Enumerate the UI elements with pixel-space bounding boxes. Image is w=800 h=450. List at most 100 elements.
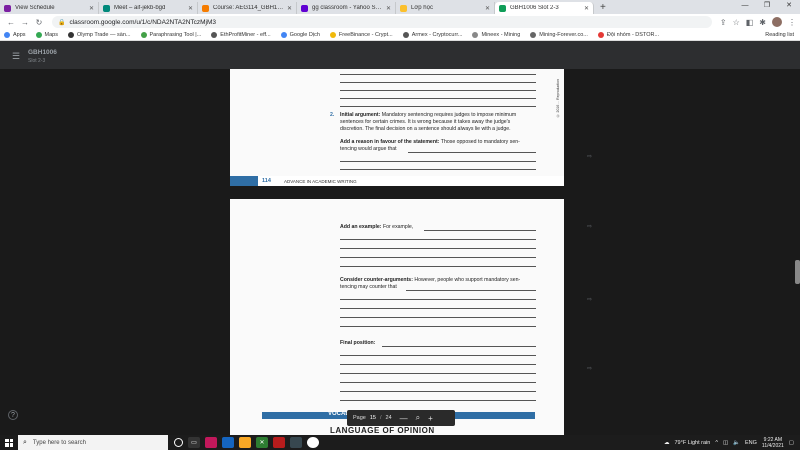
menu-icon[interactable]: ⋮ xyxy=(788,18,796,27)
windows-logo-icon xyxy=(5,438,13,447)
bookmark-icon xyxy=(472,32,479,38)
bookmark-icon xyxy=(597,32,604,38)
app-icon[interactable] xyxy=(273,437,285,448)
page-number: 114 xyxy=(262,178,271,184)
back-icon[interactable]: ← xyxy=(4,18,18,27)
bookmark-item[interactable]: Armex - Cryptocurr... xyxy=(402,32,462,38)
book-title: ADVANCE IN ACADEMIC WRITING xyxy=(284,178,357,184)
tab-close-icon[interactable]: ✕ xyxy=(485,5,490,12)
counter-text-2: tencing may counter that xyxy=(340,284,397,290)
bookmark-label: Mining-Forever.co... xyxy=(539,32,588,38)
total-pages: 24 xyxy=(385,415,392,421)
comment-icon[interactable]: ⇨ xyxy=(587,365,592,372)
search-icon: ⌕ xyxy=(23,438,27,446)
app-icon[interactable] xyxy=(205,437,217,448)
notification-icon[interactable]: ▢ xyxy=(789,440,794,446)
bookmark-label: Google Dịch xyxy=(289,32,320,38)
class-name[interactable]: GBH1006 xyxy=(28,49,57,56)
close-window-button[interactable]: ✕ xyxy=(778,0,800,12)
bookmark-item[interactable]: Apps xyxy=(4,32,26,38)
task-view-icon[interactable]: ▭ xyxy=(188,437,200,448)
bookmark-icon xyxy=(280,32,287,38)
chevron-up-icon[interactable]: ^ xyxy=(715,440,718,446)
clock[interactable]: 9:22 AM 11/4/2021 xyxy=(762,437,784,449)
zoom-out-icon[interactable]: — xyxy=(400,414,408,423)
bookmark-item[interactable]: Google Dịch xyxy=(280,32,320,38)
hamburger-icon[interactable]: ☰ xyxy=(12,51,20,62)
page-separator: / xyxy=(379,415,382,421)
forward-icon[interactable]: → xyxy=(18,18,32,27)
bookmark-icon xyxy=(4,32,10,38)
bookmark-item[interactable]: Olymp Trade — sàn... xyxy=(68,32,131,38)
bookmark-label: Olymp Trade — sàn... xyxy=(77,32,131,38)
example-text: For example, xyxy=(381,224,414,230)
zoom-fit-icon[interactable]: ⌕ xyxy=(416,413,420,423)
comment-icon[interactable]: ⇨ xyxy=(587,223,592,230)
bookmark-label: Mineex - Mining xyxy=(481,32,521,38)
reason-prompt: Add a reason in favour of the statement:… xyxy=(340,139,540,153)
bookmark-icon xyxy=(402,32,409,38)
reading-list-button[interactable]: Reading list xyxy=(765,32,794,38)
comment-icon[interactable]: ⇨ xyxy=(587,296,592,303)
xbox-icon[interactable]: ✕ xyxy=(256,437,268,448)
volume-icon[interactable]: 🔈 xyxy=(733,440,740,446)
browser-tab[interactable]: Meet – aif-jekb-bgd ✕ xyxy=(99,2,198,14)
scrollbar-thumb[interactable] xyxy=(795,260,800,284)
final-position-prompt: Final position: xyxy=(340,340,375,347)
browser-tab[interactable]: View Schedule ✕ xyxy=(0,2,99,14)
favicon-icon xyxy=(301,4,308,12)
taskbar-search-box[interactable]: ⌕ Type here to search xyxy=(18,435,168,450)
browser-tab[interactable]: GBH1006 Slot 2-3 ✕ xyxy=(495,2,594,14)
search-placeholder: Type here to search xyxy=(32,439,86,446)
bookmark-item[interactable]: Maps xyxy=(35,32,58,38)
tab-close-icon[interactable]: ✕ xyxy=(188,5,193,12)
weather-icon[interactable]: ☁ xyxy=(664,440,670,446)
current-page-input[interactable]: 15 xyxy=(370,415,376,421)
example-prompt: Add an example: For example, xyxy=(340,224,413,231)
browser-tab[interactable]: gg classroom - Yahoo Search Re✕ xyxy=(297,2,396,14)
reload-icon[interactable]: ↻ xyxy=(32,18,46,27)
cortana-icon[interactable] xyxy=(174,438,183,447)
initial-argument-text-1: Mandatory sentencing requires judges to … xyxy=(380,112,517,118)
chrome-icon[interactable] xyxy=(307,437,319,448)
bookmark-item[interactable]: EthProfitMiner - eff... xyxy=(211,32,271,38)
zoom-in-icon[interactable]: + xyxy=(428,414,433,423)
language-indicator[interactable]: ENG xyxy=(745,440,757,446)
url-field[interactable]: 🔒 classroom.google.com/u/1/c/NDA2NTA2NTc… xyxy=(52,16,712,28)
bookmark-item[interactable]: FreeBinance - Crypt... xyxy=(329,32,393,38)
reason-text-1: Those opposed to mandatory sen- xyxy=(439,139,520,145)
maximize-button[interactable]: ❐ xyxy=(756,0,778,12)
browser-tab[interactable]: Course: AEG114_GBH1006 ✕ xyxy=(198,2,297,14)
bookmark-item[interactable]: Mining-Forever.co... xyxy=(530,32,588,38)
share-icon[interactable]: ⇪ xyxy=(720,18,727,27)
item-number: 2. xyxy=(330,112,335,118)
lock-icon[interactable]: 🔒 xyxy=(58,19,65,26)
bookmark-icon xyxy=(68,32,74,38)
app-icon[interactable] xyxy=(290,437,302,448)
comment-icon[interactable]: ⇨ xyxy=(587,153,592,160)
network-icon[interactable]: ◫ xyxy=(723,440,728,446)
weather-text[interactable]: 79°F Light rain xyxy=(675,440,711,446)
start-button[interactable] xyxy=(0,435,18,450)
tab-close-icon[interactable]: ✕ xyxy=(386,5,391,12)
app-icon[interactable] xyxy=(222,437,234,448)
tab-close-icon[interactable]: ✕ xyxy=(287,5,292,12)
reason-text-2: tencing would argue that xyxy=(340,146,397,152)
new-tab-button[interactable]: + xyxy=(594,2,612,14)
extensions-icon[interactable]: ◧ xyxy=(746,18,754,27)
bookmark-item[interactable]: Paraphrasing Tool |... xyxy=(140,32,202,38)
language-heading: LANGUAGE OF OPINION xyxy=(330,426,435,435)
minimize-button[interactable]: — xyxy=(734,0,756,12)
puzzle-icon[interactable]: ✱ xyxy=(759,18,766,27)
browser-tab[interactable]: Lớp học ✕ xyxy=(396,2,495,14)
page-footer: 114 ADVANCE IN ACADEMIC WRITING xyxy=(230,176,564,186)
file-explorer-icon[interactable] xyxy=(239,437,251,448)
bookmark-label: Paraphrasing Tool |... xyxy=(149,32,202,38)
bookmark-item[interactable]: Đội nhóm - DSTOR... xyxy=(597,32,659,38)
tab-close-icon[interactable]: ✕ xyxy=(89,5,94,12)
star-icon[interactable]: ☆ xyxy=(733,18,740,27)
help-icon[interactable]: ? xyxy=(8,410,18,420)
bookmark-item[interactable]: Mineex - Mining xyxy=(472,32,520,38)
tab-close-icon[interactable]: ✕ xyxy=(584,5,589,12)
profile-avatar[interactable] xyxy=(772,17,782,27)
